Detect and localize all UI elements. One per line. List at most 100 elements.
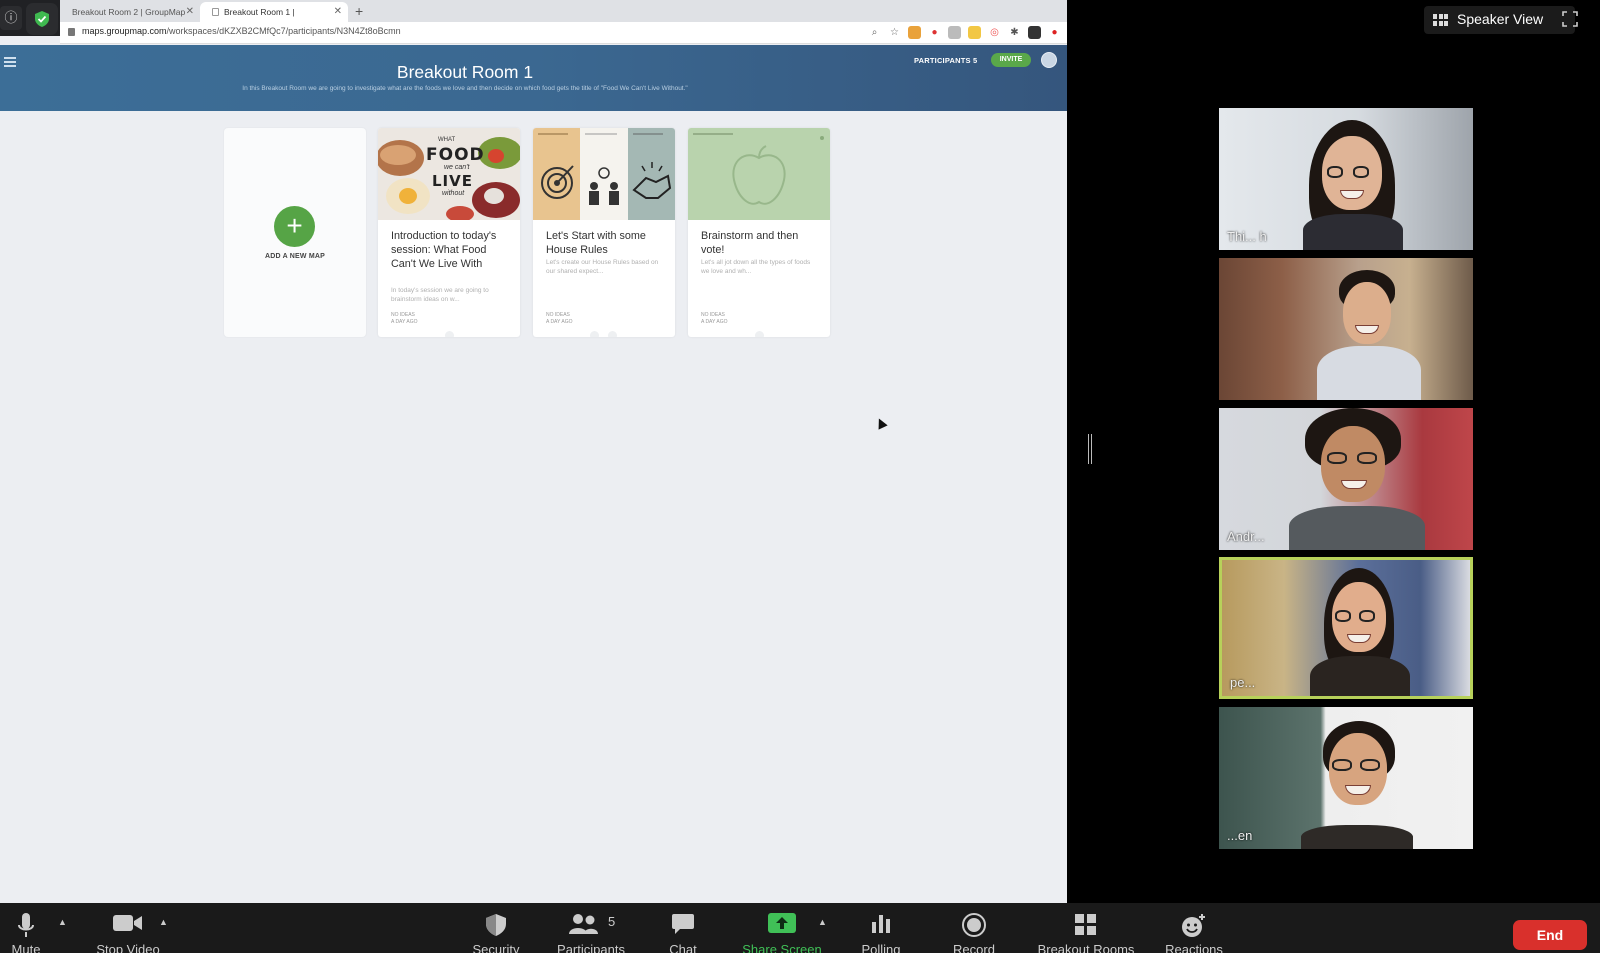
- invite-button[interactable]: INVITE: [991, 53, 1031, 67]
- security-label: Security: [472, 942, 520, 953]
- participant-face: [1321, 426, 1385, 502]
- security-button[interactable]: Security: [465, 903, 527, 953]
- fullscreen-icon[interactable]: [1560, 9, 1580, 29]
- stop-video-button[interactable]: Stop Video: [88, 903, 168, 953]
- browser-tab-strip: ⓘ Breakout Room 2 | GroupMap ✕ Breakout …: [0, 0, 1067, 37]
- emoji-reaction-icon: [1182, 914, 1205, 937]
- participant-name: pe...: [1230, 675, 1256, 690]
- participant-name: ...en: [1227, 828, 1253, 843]
- thumb-text: LIVE: [432, 172, 473, 190]
- card-options-dot[interactable]: [445, 331, 454, 337]
- close-tab-icon[interactable]: ✕: [334, 2, 342, 22]
- extension-icon[interactable]: [968, 26, 981, 39]
- participant-video-tile[interactable]: Andr...: [1219, 408, 1473, 550]
- map-card-house-rules[interactable]: Let's Start with some House Rules Let's …: [533, 128, 675, 337]
- participant-video-tile[interactable]: Thi... h: [1219, 108, 1473, 250]
- groupmap-header: Breakout Room 1 In this Breakout Room we…: [0, 45, 1067, 111]
- glasses: [1335, 610, 1383, 622]
- share-screen-button[interactable]: Share Screen: [736, 903, 828, 953]
- close-tab-icon[interactable]: ✕: [186, 2, 194, 22]
- participant-video-tile[interactable]: [1219, 258, 1473, 400]
- lock-icon: [68, 28, 75, 36]
- breakout-rooms-label: Breakout Rooms: [1037, 942, 1135, 953]
- chat-bubble-icon: [672, 914, 694, 934]
- extension-icon[interactable]: [948, 26, 961, 39]
- mute-button[interactable]: Mute: [2, 903, 50, 953]
- participant-body: [1289, 506, 1425, 550]
- page-title: Breakout Room 1: [396, 62, 534, 82]
- zoom-meeting-window: ⓘ Breakout Room 2 | GroupMap ✕ Breakout …: [0, 0, 1600, 953]
- card-options-dot[interactable]: [590, 331, 599, 337]
- browser-tab-breakout-room-1[interactable]: Breakout Room 1 | GroupMap ✕: [200, 2, 348, 37]
- url-text[interactable]: maps.groupmap.com/workspaces/dKZXB2CMfQc…: [82, 26, 401, 36]
- bar-chart-icon: [872, 915, 890, 933]
- browser-extensions: ⌕ ☆ ● ◎ ✱ ●: [868, 26, 1061, 40]
- split-view-drag-handle[interactable]: [1088, 434, 1092, 464]
- map-card-introduction[interactable]: WHAT FOOD we can't LIVE without Introduc…: [378, 128, 520, 337]
- participants-count: 5: [608, 914, 616, 929]
- thumb-text: without: [442, 190, 465, 197]
- participants-button[interactable]: 5 Participants: [550, 903, 632, 953]
- participants-icon: [569, 914, 598, 934]
- speaker-view-button[interactable]: Speaker View: [1424, 6, 1575, 34]
- reactions-label: Reactions: [1165, 942, 1223, 953]
- share-options-caret-icon[interactable]: ▲: [818, 917, 827, 927]
- map-card-brainstorm[interactable]: Brainstorm and then vote! Let's all jot …: [688, 128, 830, 337]
- bookmark-star-icon[interactable]: ☆: [888, 26, 901, 39]
- pinterest-icon[interactable]: ●: [928, 26, 941, 39]
- plus-icon[interactable]: +: [274, 206, 315, 247]
- polling-button[interactable]: Polling: [855, 903, 907, 953]
- map-title: Let's Start with some House Rules: [546, 230, 646, 256]
- extension-icon[interactable]: ◎: [988, 26, 1001, 39]
- brainstorm-thumbnail: [688, 128, 830, 220]
- record-button[interactable]: Record: [948, 903, 1000, 953]
- end-meeting-button[interactable]: End: [1513, 920, 1587, 950]
- page-subtitle: In this Breakout Room we are going to in…: [242, 85, 688, 92]
- shield-icon: [486, 914, 506, 936]
- participant-name: Thi... h: [1227, 229, 1267, 244]
- thumb-text: FOOD: [426, 145, 485, 165]
- stop-video-label: Stop Video: [96, 942, 160, 953]
- zoom-page-icon[interactable]: ⌕: [868, 26, 881, 39]
- profile-icon[interactable]: ●: [1048, 26, 1061, 39]
- glasses: [1332, 759, 1384, 771]
- record-label: Record: [953, 942, 995, 953]
- map-description: Let's create our House Rules based on ou…: [546, 259, 659, 275]
- record-icon: [962, 913, 986, 937]
- map-title: Brainstorm and then vote!: [701, 230, 799, 256]
- participant-video-tile-active-speaker[interactable]: pe...: [1219, 557, 1473, 699]
- meeting-controls-toolbar: Mute ▲ Stop Video ▲ Security 5 Participa…: [0, 903, 1600, 953]
- map-meta: NO IDEAS A DAY AGO: [701, 312, 728, 325]
- share-screen-icon: [768, 913, 796, 933]
- food-thumbnail: WHAT FOOD we can't LIVE without: [378, 128, 520, 220]
- participant-video-tile[interactable]: ...en: [1219, 707, 1473, 849]
- participant-body: [1301, 825, 1413, 849]
- chat-label: Chat: [669, 942, 697, 953]
- extension-icon[interactable]: [908, 26, 921, 39]
- breakout-rooms-button[interactable]: Breakout Rooms: [1030, 903, 1142, 953]
- video-camera-icon: [113, 915, 142, 931]
- puzzle-extensions-icon[interactable]: ✱: [1008, 26, 1021, 39]
- address-bar[interactable]: maps.groupmap.com/workspaces/dKZXB2CMfQc…: [60, 22, 1067, 44]
- browser-tab-breakout-room-2[interactable]: Breakout Room 2 | GroupMap ✕: [60, 2, 200, 22]
- audio-options-caret-icon[interactable]: ▲: [58, 917, 67, 927]
- participants-count-link[interactable]: PARTICIPANTS 5: [914, 56, 977, 65]
- reactions-button[interactable]: Reactions: [1160, 903, 1228, 953]
- encryption-shield-icon[interactable]: [26, 3, 58, 35]
- shared-screen-browser: ⓘ Breakout Room 2 | GroupMap ✕ Breakout …: [0, 0, 1067, 903]
- card-options-dot[interactable]: [755, 331, 764, 337]
- glasses: [1327, 166, 1377, 178]
- chat-button[interactable]: Chat: [660, 903, 706, 953]
- mute-label: Mute: [11, 942, 41, 953]
- avatar[interactable]: [1041, 52, 1057, 68]
- participant-face: [1343, 282, 1391, 344]
- add-new-map-card[interactable]: + ADD A NEW MAP: [224, 128, 366, 337]
- speaker-view-label: Speaker View: [1457, 11, 1544, 27]
- participants-label: Participants: [557, 942, 625, 953]
- card-options-dot[interactable]: [608, 331, 617, 337]
- extension-icon[interactable]: [1028, 26, 1041, 39]
- breakout-rooms-icon: [1075, 914, 1096, 935]
- new-tab-icon[interactable]: +: [355, 2, 363, 20]
- video-options-caret-icon[interactable]: ▲: [159, 917, 168, 927]
- info-icon[interactable]: ⓘ: [0, 6, 22, 30]
